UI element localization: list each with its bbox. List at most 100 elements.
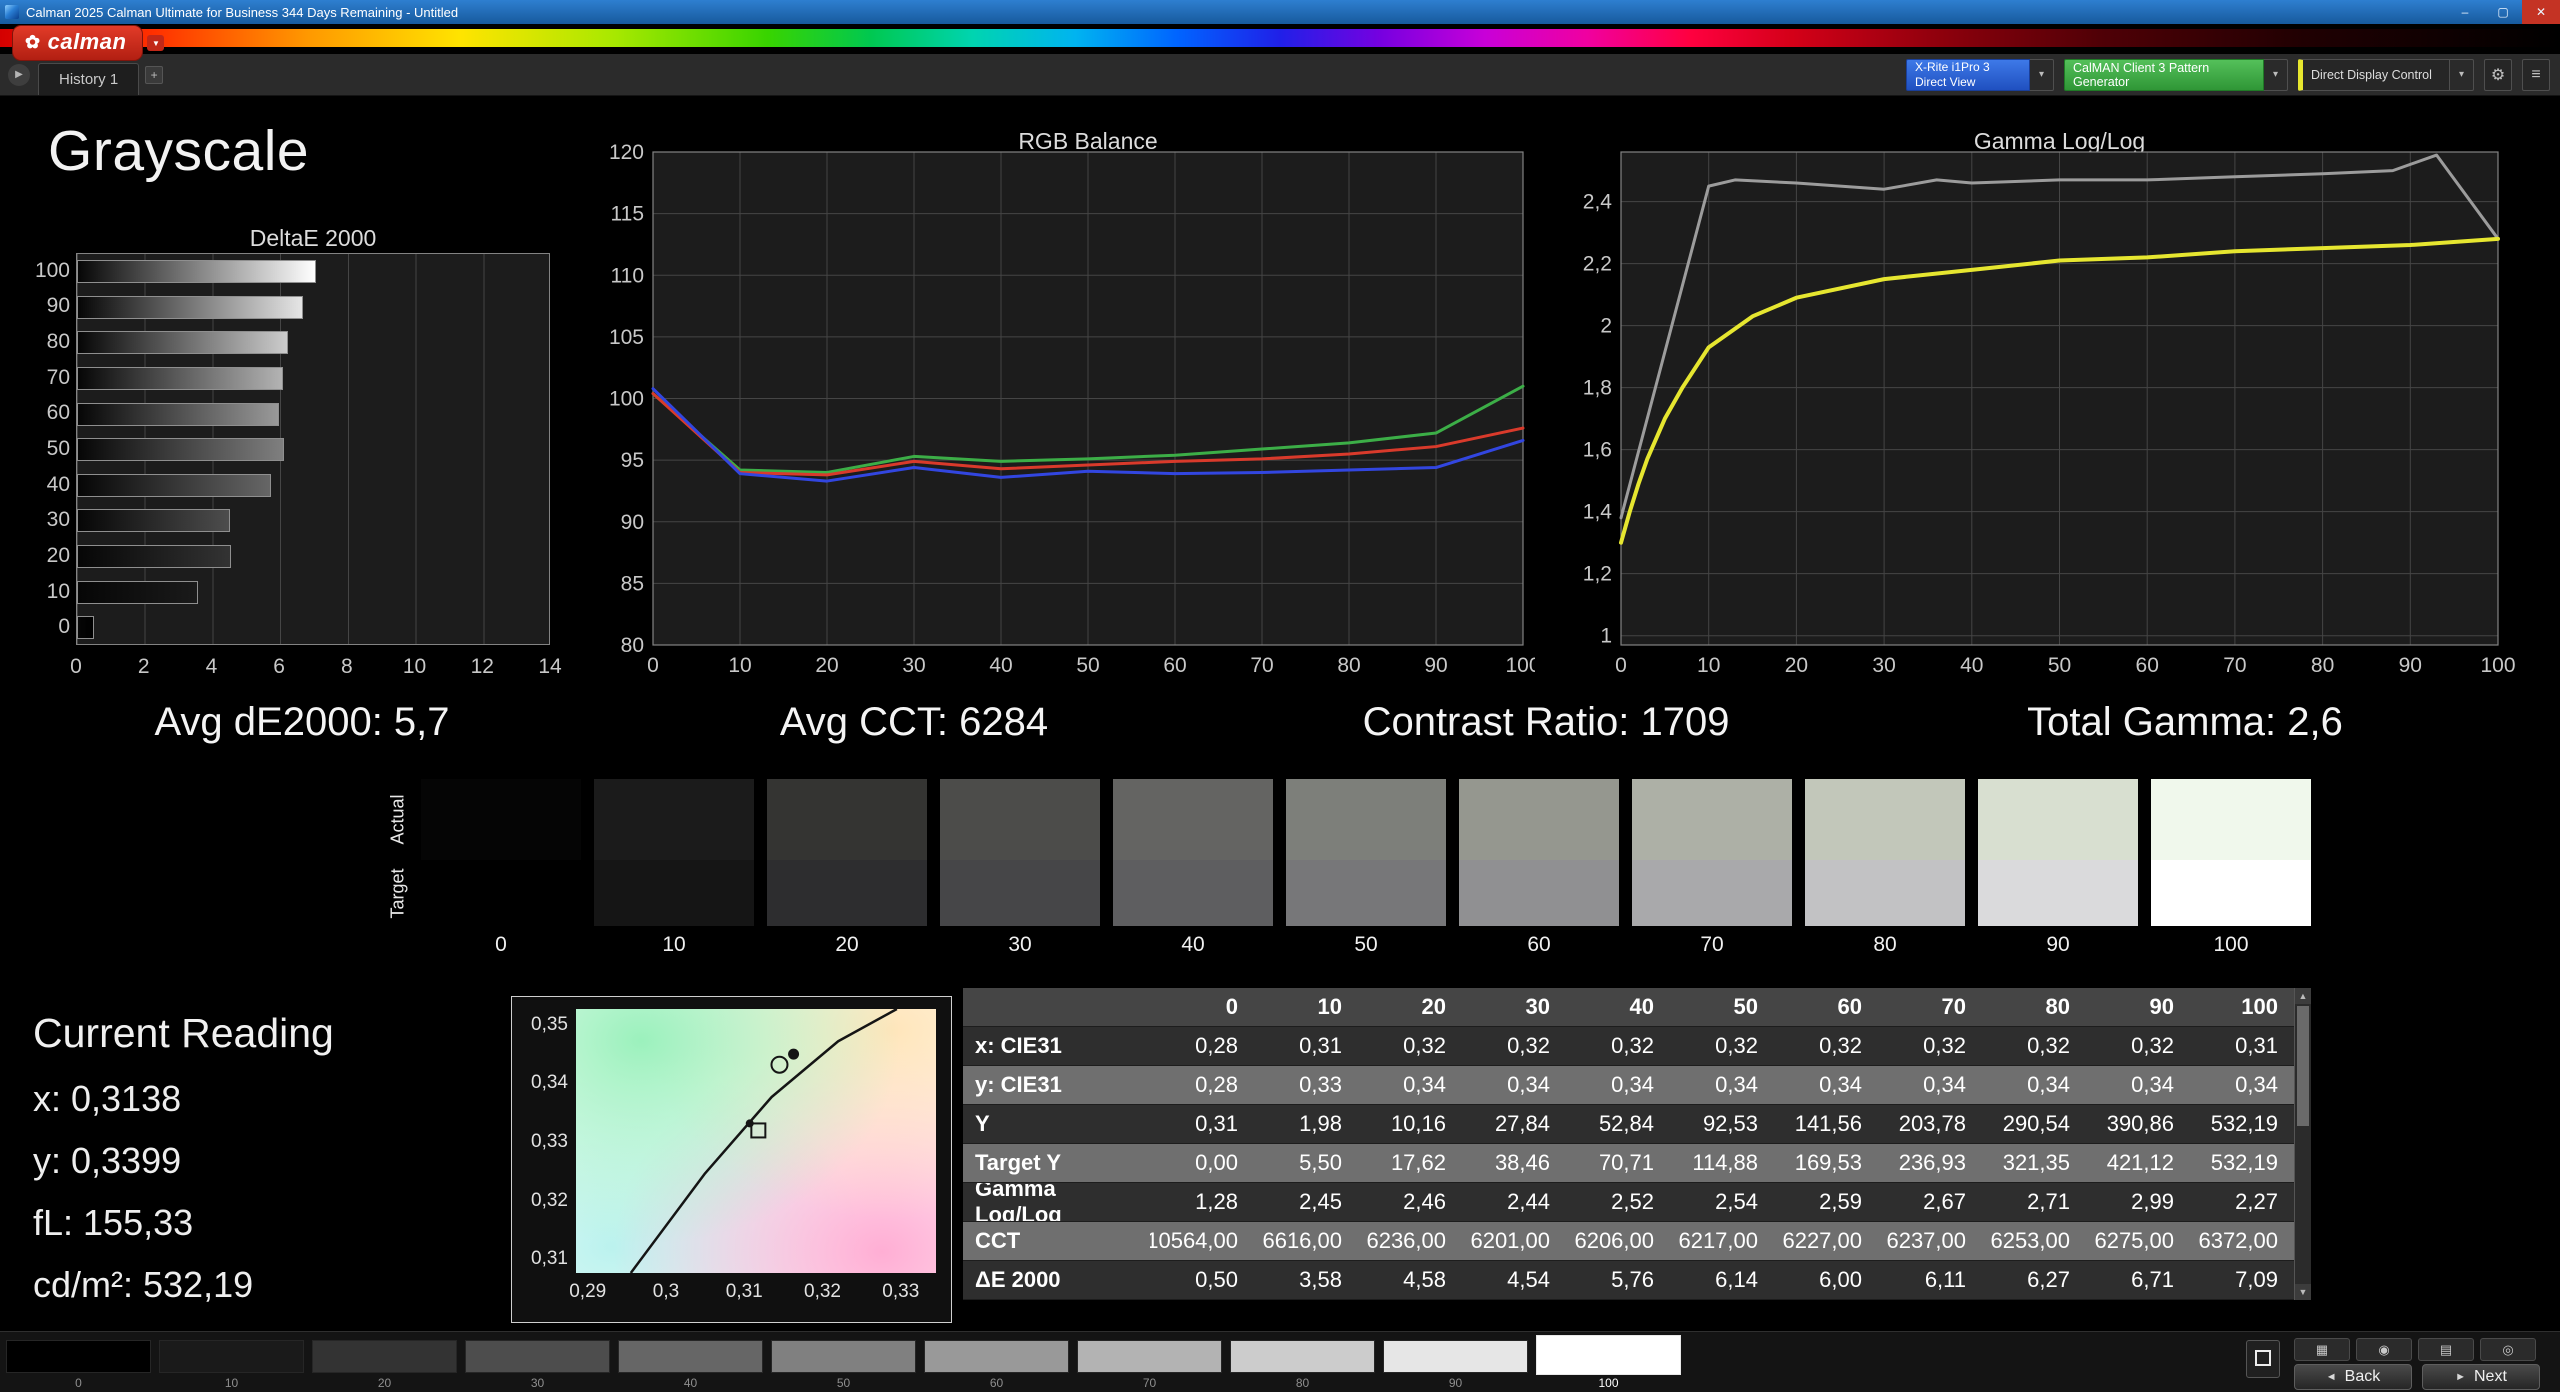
- table-cell: 0,32: [2027, 1033, 2070, 1058]
- table-header-cell: 20: [1358, 988, 1462, 1026]
- nav-arrow-icon[interactable]: ▶: [8, 63, 30, 86]
- axis-tick-label: 30: [46, 508, 70, 532]
- table-cell: 203,78: [1898, 1111, 1966, 1136]
- swatch-label: 80: [1873, 933, 1897, 956]
- table-cell: 17,62: [1390, 1150, 1446, 1175]
- table-cell: 0,34: [1923, 1072, 1966, 1097]
- svg-text:0: 0: [647, 654, 659, 677]
- table-cell: 2,99: [2131, 1189, 2174, 1214]
- table-cell: 6206,00: [1574, 1228, 1654, 1253]
- table-cell: 1,28: [1195, 1189, 1238, 1214]
- scroll-up-icon[interactable]: ▲: [2295, 988, 2311, 1004]
- gear-icon[interactable]: ⚙: [2484, 58, 2512, 91]
- table-cell: 6,14: [1715, 1267, 1758, 1292]
- swatch-actual-30: [940, 779, 1100, 860]
- svg-text:2: 2: [1600, 315, 1612, 338]
- tab-history-1[interactable]: History 1: [38, 63, 140, 95]
- toolbar-icon-button-4[interactable]: ◎: [2480, 1338, 2536, 1361]
- axis-tick-label: 90: [46, 294, 70, 318]
- swatch-target-20: [767, 860, 927, 926]
- svg-text:95: 95: [621, 449, 644, 472]
- table-header-cell: 10: [1254, 988, 1358, 1026]
- table-scrollbar[interactable]: ▲ ▼: [2294, 988, 2311, 1300]
- axis-tick-label: 0,33: [531, 1131, 568, 1152]
- add-tab-button[interactable]: +: [145, 65, 164, 84]
- patch-button-100[interactable]: [1536, 1335, 1681, 1375]
- svg-text:80: 80: [1337, 654, 1360, 677]
- swatch-label: 70: [1700, 933, 1724, 956]
- table-cell: 0,34: [1403, 1072, 1446, 1097]
- axis-tick-label: 0,32: [531, 1189, 568, 1211]
- table-cell: 321,35: [2002, 1150, 2070, 1175]
- table-cell: 390,86: [2106, 1111, 2174, 1136]
- pattern-generator-group: CalMAN Client 3 Pattern Generator ▾: [2064, 58, 2288, 91]
- swatch-actual-0: [421, 779, 581, 860]
- patch-label: 90: [1448, 1376, 1463, 1390]
- app-icon: [5, 5, 19, 19]
- pattern-generator-button[interactable]: CalMAN Client 3 Pattern Generator: [2064, 58, 2264, 91]
- scroll-down-icon[interactable]: ▼: [2295, 1284, 2311, 1300]
- axis-tick-label: 80: [46, 330, 70, 354]
- svg-text:100: 100: [609, 388, 644, 411]
- patch-button-50[interactable]: [771, 1340, 916, 1373]
- titlebar: Calman 2025 Calman Ultimate for Business…: [0, 0, 2560, 24]
- svg-text:0: 0: [1615, 654, 1627, 677]
- pattern-window-button[interactable]: [2246, 1340, 2280, 1378]
- meter-button[interactable]: X-Rite i1Pro 3 Direct View: [1906, 58, 2030, 91]
- patch-button-30[interactable]: [465, 1340, 610, 1373]
- nav-buttons: ◄ Back ► Next: [2294, 1364, 2540, 1390]
- chevron-down-icon[interactable]: ▾: [2030, 58, 2054, 91]
- deltae-bar: [77, 366, 283, 390]
- swatch-actual-90: [1978, 779, 2138, 860]
- table-cell: 2,27: [2235, 1189, 2278, 1214]
- toolbar-icon-button-3[interactable]: ▤: [2418, 1338, 2474, 1361]
- maximize-icon[interactable]: ▢: [2484, 0, 2522, 24]
- display-control-button[interactable]: Direct Display Control: [2298, 58, 2450, 91]
- deltae-bar: [77, 580, 198, 604]
- reading-marker: [788, 1048, 800, 1060]
- total-gamma-stat: Total Gamma: 2,6: [2027, 700, 2343, 744]
- minimize-icon[interactable]: –: [2446, 0, 2484, 24]
- patch-button-80[interactable]: [1230, 1340, 1375, 1373]
- table-cell: 114,88: [1692, 1150, 1758, 1175]
- svg-text:70: 70: [1250, 654, 1273, 677]
- back-button[interactable]: ◄ Back: [2294, 1364, 2412, 1390]
- swatch-label: 90: [2046, 933, 2070, 956]
- flower-icon: ✿: [25, 31, 41, 52]
- patch-label: 100: [1598, 1376, 1619, 1390]
- close-icon[interactable]: ✕: [2522, 0, 2560, 24]
- table-cell: 0,33: [1299, 1072, 1342, 1097]
- patch-button-90[interactable]: [1383, 1340, 1528, 1373]
- next-button[interactable]: ► Next: [2422, 1364, 2540, 1390]
- svg-text:90: 90: [2399, 654, 2422, 677]
- axis-tick-label: 10: [402, 655, 427, 678]
- svg-text:115: 115: [611, 203, 644, 226]
- table-cell: 0,32: [1715, 1033, 1758, 1058]
- table-cell: 6616,00: [1262, 1228, 1342, 1253]
- svg-text:90: 90: [1424, 654, 1447, 677]
- patch-button-20[interactable]: [312, 1340, 457, 1373]
- patch-button-40[interactable]: [618, 1340, 763, 1373]
- toolbar-icon-button-1[interactable]: ▦: [2294, 1338, 2350, 1361]
- tabbar: ▶ History 1 + X-Rite i1Pro 3 Direct View…: [0, 54, 2560, 96]
- data-table: ▲ ▼ 0 10 20 30 40 50 60 70 80 90 100 x: CIE31 0,28 0,…: [963, 988, 2311, 1300]
- menu-icon[interactable]: ≡: [2522, 58, 2550, 91]
- patch-label: 60: [989, 1376, 1004, 1390]
- patch-button-70[interactable]: [1077, 1340, 1222, 1373]
- toolbar-icon-button-2[interactable]: ◉: [2356, 1338, 2412, 1361]
- logo-caret-icon[interactable]: ▼: [147, 35, 165, 51]
- patch-label: 40: [683, 1376, 698, 1390]
- patch-button-60[interactable]: [924, 1340, 1069, 1373]
- swatch-actual-80: [1805, 779, 1965, 860]
- chevron-down-icon[interactable]: ▾: [2264, 58, 2288, 91]
- svg-text:30: 30: [902, 654, 925, 677]
- patch-button-0[interactable]: [6, 1340, 151, 1373]
- calman-logo[interactable]: ✿ calman ▼: [12, 25, 165, 61]
- scroll-thumb[interactable]: [2297, 1006, 2309, 1126]
- table-cell: 0,31: [1195, 1111, 1238, 1136]
- svg-text:30: 30: [1872, 654, 1895, 677]
- table-header-row: 0 10 20 30 40 50 60 70 80 90 100: [963, 988, 2311, 1027]
- chevron-down-icon[interactable]: ▾: [2450, 58, 2474, 91]
- patch-button-10[interactable]: [159, 1340, 304, 1373]
- cie-plot: [576, 1007, 936, 1274]
